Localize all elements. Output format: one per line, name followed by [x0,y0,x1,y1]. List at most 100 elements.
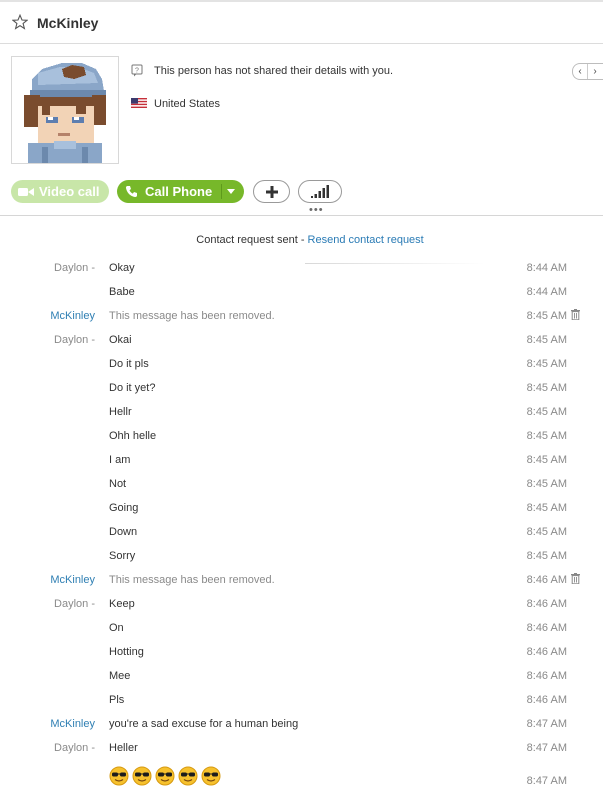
message-row: Ohh helle 8:45 AM [0,430,603,454]
message-row: Sorry 8:45 AM [0,550,603,574]
message-text: Okay [109,262,135,274]
message-time: 8:45 AM [526,406,567,418]
trash-icon[interactable] [571,573,580,584]
message-time: 8:44 AM [526,286,567,298]
message-row: Daylon - Heller 8:47 AM [0,742,603,766]
message-text: Down [109,526,138,538]
message-text: you're a sad excuse for a human being [109,718,299,730]
message-row: Do it pls 8:45 AM [0,358,603,382]
video-call-button[interactable]: Video call [11,180,109,203]
message-text: Hotting [109,646,144,658]
message-text: On [109,622,124,634]
call-phone-button[interactable]: Call Phone [117,180,244,203]
avatar[interactable] [11,56,119,164]
message-row: Pls 8:46 AM [0,694,603,718]
resend-contact-request-link[interactable]: Resend contact request [308,234,424,246]
trash-icon[interactable] [571,309,580,320]
svg-text:?: ? [135,68,139,75]
message-time: 8:46 AM [526,670,567,682]
message-time: 8:45 AM [526,382,567,394]
message-row: On 8:46 AM [0,622,603,646]
message-sender[interactable]: McKinley [50,718,95,730]
message-row: Daylon - Okai 8:45 AM [0,334,603,358]
button-divider [221,184,222,199]
message-text: Going [109,502,139,514]
message-text: This message has been removed. [109,310,275,322]
message-sender: Daylon - [54,334,95,346]
star-icon[interactable] [12,14,28,30]
message-time: 8:45 AM [526,502,567,514]
message-text: Mee [109,670,131,682]
info-question-icon: ? [131,64,143,77]
video-camera-icon [18,187,34,196]
location-text: United States [154,98,221,110]
contact-request-notice: Contact request sent - Resend contact re… [0,234,603,246]
message-row: Mee 8:46 AM [0,670,603,694]
message-sender: Daylon - [54,742,95,754]
message-sender: Daylon - [54,598,95,610]
notice-text: Contact request sent - [196,234,308,246]
message-text: Do it pls [109,358,149,370]
message-text: Sorry [109,550,136,562]
chevron-left-icon[interactable]: ‹ [573,64,588,79]
message-text: Do it yet? [109,382,156,394]
message-row: 8:47 AM [0,775,603,799]
phone-icon [125,186,137,198]
message-row: Daylon - Keep 8:46 AM [0,598,603,622]
message-text: This message has been removed. [109,574,275,586]
message-time: 8:46 AM [526,694,567,706]
message-row: Hotting 8:46 AM [0,646,603,670]
message-time: 8:45 AM [526,358,567,370]
message-time: 8:45 AM [526,550,567,562]
message-time: 8:45 AM [526,526,567,538]
chevron-down-icon[interactable] [227,189,235,194]
message-row: Do it yet? 8:45 AM [0,382,603,406]
message-row: Babe 8:44 AM [0,286,603,310]
privacy-info-text: This person has not shared their details… [154,65,394,77]
message-row: I am 8:45 AM [0,454,603,478]
message-text: Not [109,478,127,490]
message-time: 8:45 AM [526,430,567,442]
message-time: 8:45 AM [526,310,567,322]
message-time: 8:46 AM [526,598,567,610]
add-to-call-button[interactable] [253,180,290,203]
plus-icon [265,185,278,198]
avatar-image [12,57,118,163]
message-row: Hellr 8:45 AM [0,406,603,430]
message-row: McKinley This message has been removed. 8:… [0,309,603,334]
message-row: Down 8:45 AM [0,526,603,550]
header-separator [0,215,603,216]
message-text: I am [109,454,131,466]
message-time: 8:45 AM [526,478,567,490]
message-text: Pls [109,694,125,706]
message-row: McKinley This message has been removed. 8:… [0,573,603,598]
message-sender[interactable]: McKinley [50,310,95,322]
message-time: 8:46 AM [526,622,567,634]
message-row: Not 8:45 AM [0,478,603,502]
call-quality-button[interactable] [298,180,342,203]
message-time: 8:45 AM [526,334,567,346]
video-call-label: Video call [39,184,100,199]
conversation-header: McKinley [0,2,603,44]
message-row: Going 8:45 AM [0,502,603,526]
message-text: Okai [109,334,132,346]
message-time: 8:45 AM [526,454,567,466]
message-time: 8:46 AM [526,574,567,586]
signal-bars-icon [311,185,329,198]
message-time: 8:46 AM [526,646,567,658]
message-text: Heller [109,742,138,754]
message-text: Babe [109,286,135,298]
message-time: 8:47 AM [526,742,567,754]
message-row: McKinley you're a sad excuse for a human … [0,718,603,742]
message-time: 8:44 AM [526,262,567,274]
us-flag-icon [131,98,147,108]
chevron-right-icon[interactable]: › [588,64,602,79]
message-row: Daylon - Okay 8:44 AM [0,262,603,286]
message-sender: Daylon - [54,262,95,274]
message-sender[interactable]: McKinley [50,574,95,586]
message-text: Hellr [109,406,132,418]
contact-name: McKinley [37,15,99,31]
message-text: Keep [109,598,135,610]
message-time: 8:47 AM [526,718,567,730]
call-phone-label: Call Phone [145,184,213,199]
